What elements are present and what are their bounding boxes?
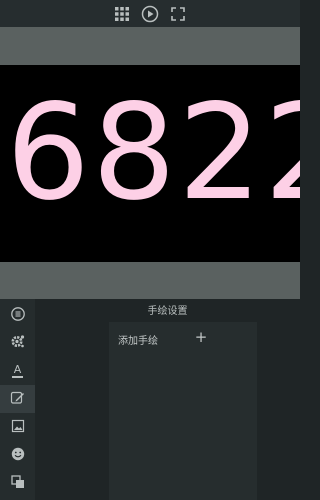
grid-icon[interactable] xyxy=(113,5,131,23)
sidebar-item-copy[interactable] xyxy=(0,469,35,497)
text-icon: A xyxy=(12,364,23,378)
settings-icon xyxy=(10,334,25,353)
top-toolbar xyxy=(0,0,300,27)
add-hand-draw-button[interactable]: + xyxy=(192,328,210,346)
sidebar-item-text[interactable]: A xyxy=(0,357,35,385)
led-display-preview: 6822 xyxy=(0,65,300,262)
pen-icon xyxy=(10,390,25,409)
tool-sidebar: A xyxy=(0,299,35,500)
copy-icon xyxy=(10,474,25,493)
text-icon-label: A xyxy=(13,363,22,377)
sidebar-item-list[interactable] xyxy=(0,301,35,329)
panel-title: 手绘设置 xyxy=(147,306,188,317)
preview-top-margin xyxy=(0,27,300,65)
sidebar-item-hand-draw[interactable] xyxy=(0,385,35,413)
display-text: 6822 xyxy=(6,76,300,230)
list-icon xyxy=(10,306,25,325)
hand-draw-settings-panel: 手绘设置 添加手绘 + xyxy=(35,299,300,500)
preview-bottom-margin xyxy=(0,262,300,299)
fullscreen-icon[interactable] xyxy=(169,5,187,23)
sidebar-item-image[interactable] xyxy=(0,413,35,441)
add-hand-draw-label: 添加手绘 xyxy=(118,336,158,347)
emoji-icon xyxy=(11,446,25,465)
image-icon xyxy=(11,418,25,437)
play-icon[interactable] xyxy=(141,5,159,23)
sidebar-item-emoji[interactable] xyxy=(0,441,35,469)
sidebar-item-settings[interactable] xyxy=(0,329,35,357)
hand-draw-list: 添加手绘 + xyxy=(109,322,257,500)
